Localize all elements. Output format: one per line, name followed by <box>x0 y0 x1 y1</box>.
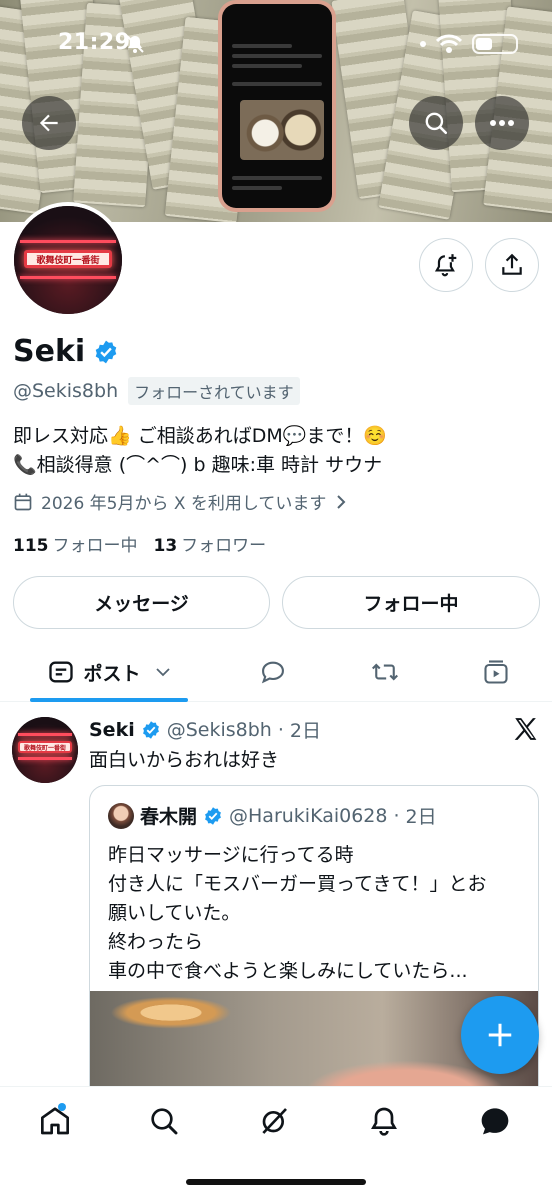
message-button[interactable]: メッセージ <box>13 576 270 629</box>
post-time: 2日 <box>289 720 321 742</box>
search-icon <box>425 112 448 135</box>
post-avatar-sign: 歌舞伎町一番街 <box>18 741 72 753</box>
plus-icon <box>488 1023 512 1047</box>
followers-label: フォロワー <box>181 536 267 556</box>
quoted-line: 終わったら <box>108 931 204 953</box>
nav-grok[interactable] <box>244 1101 304 1141</box>
following-count: 115 <box>13 536 49 556</box>
quoted-line: 願いしていた。 <box>108 902 241 924</box>
home-icon <box>41 1107 69 1135</box>
post-author[interactable]: Seki <box>89 719 135 741</box>
back-button[interactable] <box>22 96 76 150</box>
x-logo-icon <box>514 718 537 740</box>
share-button[interactable] <box>485 238 539 292</box>
tab-posts[interactable]: ポスト <box>30 642 188 702</box>
search-button[interactable] <box>409 96 463 150</box>
chevron-down-icon <box>155 668 170 677</box>
post-handle: @Sekis8bh <box>166 718 272 741</box>
quoted-time: 2日 <box>405 806 437 828</box>
profile-name-row: Seki <box>13 334 119 369</box>
handle-row: @Sekis8bh フォローされています <box>13 377 300 405</box>
more-button[interactable] <box>475 96 529 150</box>
wifi-icon <box>436 34 462 53</box>
search-icon <box>151 1108 178 1135</box>
compose-button[interactable] <box>461 996 539 1074</box>
share-icon <box>502 253 522 275</box>
calendar-icon <box>14 493 32 510</box>
media-icon <box>484 660 508 684</box>
verified-badge-icon <box>205 806 221 825</box>
quoted-author: 春木開 <box>140 806 198 828</box>
nav-messages[interactable] <box>465 1101 525 1141</box>
following-button[interactable]: フォロー中 <box>282 576 540 629</box>
status-time: 21:29 <box>58 30 131 55</box>
active-tab-indicator <box>30 698 188 702</box>
following-label: フォロー中 <box>52 536 138 556</box>
post-header: Seki @Sekis8bh · 2日 <box>89 716 321 743</box>
quoted-line: 車の中で食べようと楽しみにしていたら... <box>108 960 468 982</box>
quoted-post-header: 春木開 @HarukiKai0628 · 2日 <box>108 802 437 829</box>
bottom-navigation <box>0 1086 552 1200</box>
post-text: 面白いからおれは好き <box>89 749 280 771</box>
grok-icon <box>262 1108 287 1134</box>
profile-avatar[interactable]: 歌舞伎町一番街 <box>10 202 126 318</box>
quoted-line: 昨日マッサージに行ってる時 <box>108 844 354 866</box>
joined-date-row[interactable]: 2026 年5月から X を利用しています <box>13 489 348 514</box>
posts-icon <box>49 661 74 683</box>
profile-handle: @Sekis8bh <box>13 380 119 402</box>
chevron-right-icon <box>337 494 346 509</box>
post-avatar[interactable]: 歌舞伎町一番街 <box>12 717 78 783</box>
bell-plus-icon <box>434 254 457 277</box>
profile-tabs: ポスト <box>0 642 552 702</box>
profile-bio: 即レス対応👍 ご相談あればDM💬まで！☺️ 📞相談得意 (⌒^⌒) b 趣味:車… <box>13 422 543 480</box>
bio-line-2: 📞相談得意 (⌒^⌒) b 趣味:車 時計 サウナ <box>13 454 383 476</box>
follow-counts: 115 フォロー中 13 フォロワー <box>13 531 266 556</box>
joined-date: 2026 年5月から X を利用しています <box>41 494 327 514</box>
quoted-avatar <box>108 802 134 829</box>
unread-dot <box>58 1103 66 1111</box>
following-link[interactable]: 115 フォロー中 <box>13 531 138 556</box>
arrow-left-icon <box>39 114 58 132</box>
follows-you-badge: フォローされています <box>128 377 300 405</box>
tab-replies[interactable] <box>243 642 303 702</box>
tab-posts-label: ポスト <box>83 662 141 685</box>
nav-search[interactable] <box>134 1101 194 1141</box>
post-separator: · <box>277 718 284 741</box>
followers-count: 13 <box>153 536 178 556</box>
tab-media[interactable] <box>466 642 526 702</box>
more-icon <box>490 120 514 126</box>
notify-button[interactable] <box>419 238 473 292</box>
quoted-line: 付き人に「モスバーガー買ってきて！」とお <box>108 873 487 895</box>
reply-icon <box>261 661 284 684</box>
avatar-sign-text: 歌舞伎町一番街 <box>24 250 112 268</box>
bell-icon <box>371 1107 397 1136</box>
nav-home[interactable] <box>25 1101 85 1141</box>
verified-badge-icon[interactable] <box>93 339 119 365</box>
quoted-handle: @HarukiKai0628 <box>229 804 388 827</box>
quoted-separator: · <box>393 804 400 827</box>
quoted-text: 昨日マッサージに行ってる時 付き人に「モスバーガー買ってきて！」とお 願いしてい… <box>108 841 486 986</box>
tab-reposts[interactable] <box>355 642 415 702</box>
followers-link[interactable]: 13 フォロワー <box>154 531 267 556</box>
bio-line-1: 即レス対応👍 ご相談あればDM💬まで！☺️ <box>13 425 388 447</box>
nav-notifications[interactable] <box>354 1101 414 1141</box>
signal-icon <box>420 41 426 47</box>
messages-icon <box>481 1108 509 1135</box>
profile-name: Seki <box>13 334 86 369</box>
home-indicator <box>186 1179 366 1185</box>
repost-icon <box>372 663 398 681</box>
status-bar: 21:29 <box>0 0 552 60</box>
battery-icon <box>472 34 518 54</box>
verified-badge-icon <box>142 720 159 739</box>
bell-muted-icon <box>126 35 144 53</box>
